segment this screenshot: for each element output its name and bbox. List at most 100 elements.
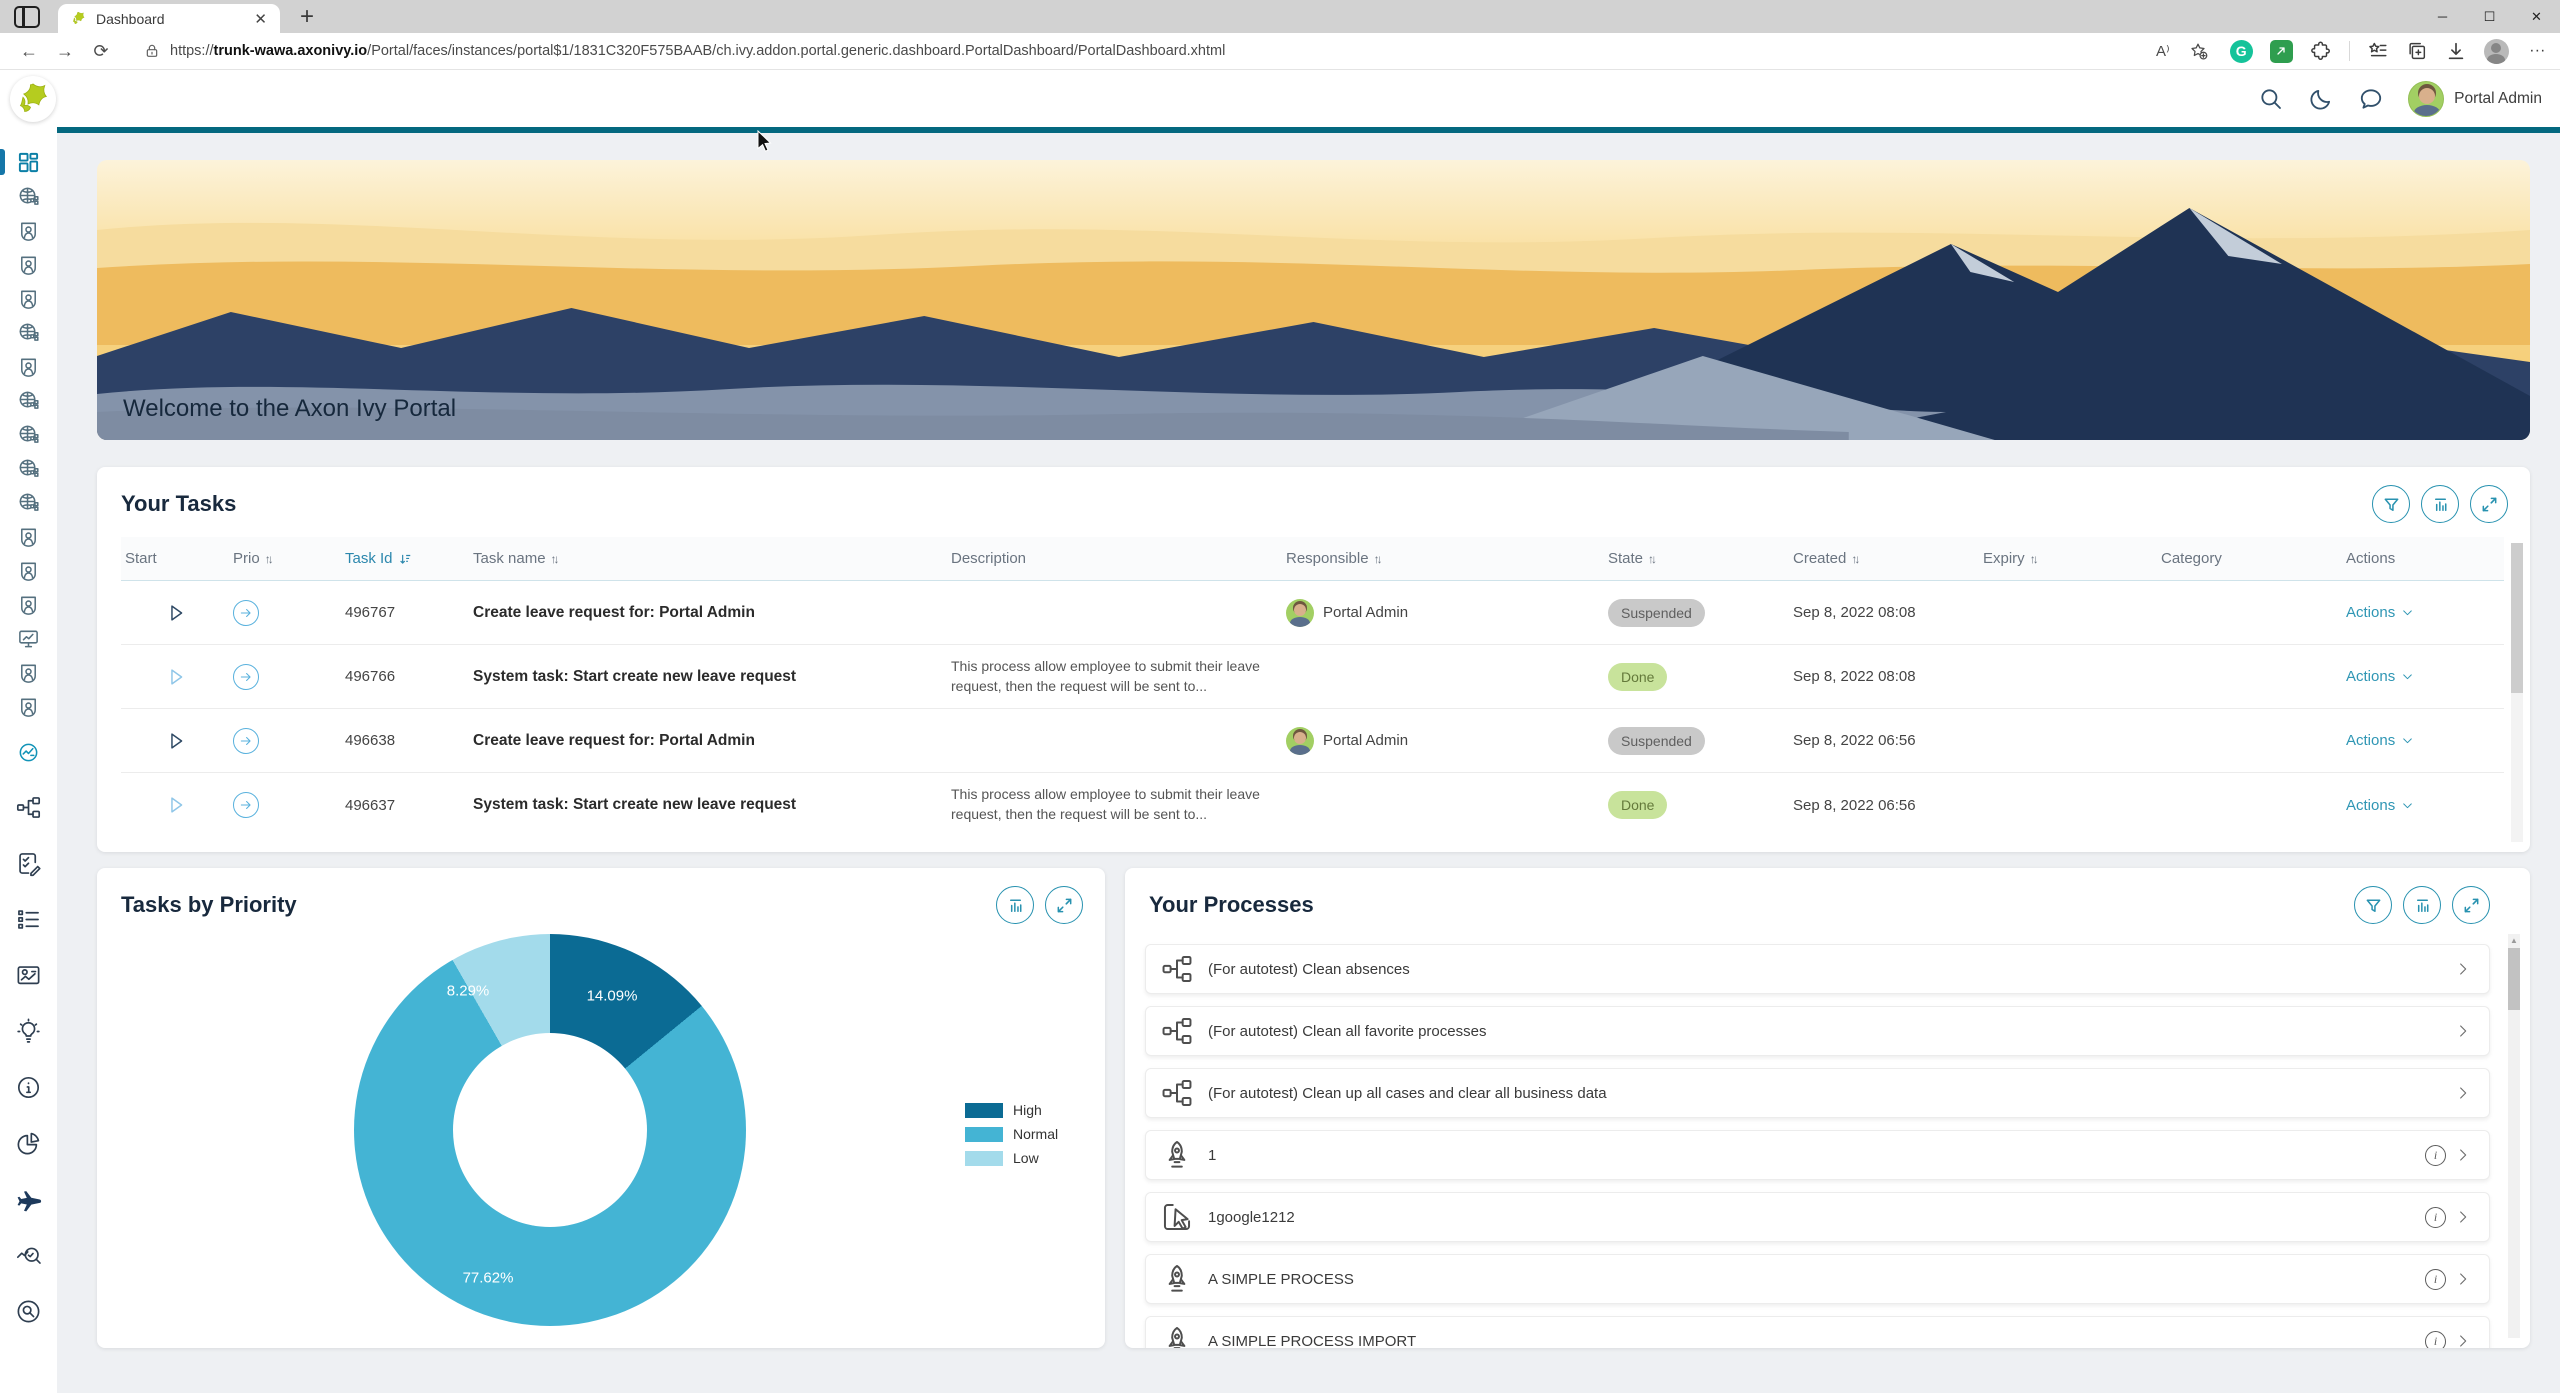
- chevron-right-icon[interactable]: [2455, 1085, 2471, 1101]
- collections-icon[interactable]: [2406, 40, 2428, 62]
- task-row[interactable]: 496767 Create leave request for: Portal …: [121, 581, 2504, 645]
- task-row[interactable]: 496637 System task: Start create new lea…: [121, 773, 2504, 837]
- column-header-task-name[interactable]: Task name↑↓: [469, 550, 947, 567]
- sidebar-item-search-circle-icon[interactable]: [0, 1283, 57, 1339]
- process-item[interactable]: (For autotest) Clean absences: [1145, 944, 2490, 994]
- task-name[interactable]: System task: Start create new leave requ…: [469, 796, 947, 814]
- grammarly-extension-icon[interactable]: G: [2230, 40, 2253, 63]
- address-bar[interactable]: https://trunk-wawa.axonivy.io/Portal/fac…: [130, 37, 2222, 66]
- sidebar-item-process-globe-icon[interactable]: [0, 451, 57, 485]
- process-item[interactable]: A SIMPLE PROCESS IMPORT i: [1145, 1316, 2490, 1348]
- sidebar-item-user-card-icon[interactable]: [0, 213, 57, 247]
- actions-dropdown[interactable]: Actions: [2346, 732, 2414, 749]
- sidebar-item-user-card-icon[interactable]: [0, 553, 57, 587]
- sidebar-item-process-globe-icon[interactable]: [0, 485, 57, 519]
- process-item[interactable]: A SIMPLE PROCESS i: [1145, 1254, 2490, 1304]
- task-name[interactable]: System task: Start create new leave requ…: [469, 668, 947, 686]
- sidebar-item-user-card-icon[interactable]: [0, 587, 57, 621]
- column-header-responsible[interactable]: Responsible↑↓: [1282, 550, 1604, 567]
- info-icon[interactable]: i: [2425, 1145, 2446, 1166]
- sidebar-item-user-card-icon[interactable]: [0, 247, 57, 281]
- sidebar-item-pie-chart-icon[interactable]: [0, 1115, 57, 1171]
- chevron-right-icon[interactable]: [2455, 1271, 2471, 1287]
- sidebar-item-user-card-icon[interactable]: [0, 689, 57, 723]
- column-header-task-id[interactable]: Task Id: [341, 550, 469, 567]
- task-row[interactable]: 496766 System task: Start create new lea…: [121, 645, 2504, 709]
- chevron-right-icon[interactable]: [2455, 1023, 2471, 1039]
- tasks-scrollbar[interactable]: [2511, 543, 2523, 842]
- sidebar-item-bullet-list-icon[interactable]: [0, 891, 57, 947]
- priority-donut-chart[interactable]: 14.09% 77.62% 8.29%: [354, 934, 746, 1326]
- actions-dropdown[interactable]: Actions: [2346, 797, 2414, 814]
- sidebar-item-dashboard-grid-icon[interactable]: [0, 145, 57, 179]
- chevron-right-icon[interactable]: [2455, 1209, 2471, 1225]
- favorites-bar-icon[interactable]: [2367, 40, 2389, 62]
- sidebar-item-monitor-chart-icon[interactable]: [0, 621, 57, 655]
- expand-button[interactable]: [2470, 485, 2508, 523]
- axonivy-logo[interactable]: [10, 76, 56, 122]
- column-header-created[interactable]: Created↑↓: [1789, 550, 1979, 567]
- extensions-puzzle-icon[interactable]: [2310, 40, 2332, 62]
- sidebar-item-image-chart-icon[interactable]: [0, 947, 57, 1003]
- info-icon[interactable]: i: [2425, 1207, 2446, 1228]
- browser-tab[interactable]: Dashboard ✕: [58, 4, 280, 33]
- sidebar-item-process-globe-icon[interactable]: [0, 315, 57, 349]
- sidebar-item-chart-search-icon[interactable]: [0, 1227, 57, 1283]
- column-header-prio[interactable]: Prio↑↓: [229, 550, 341, 567]
- chevron-right-icon[interactable]: [2455, 1147, 2471, 1163]
- workspaces-icon[interactable]: [14, 6, 40, 28]
- info-icon[interactable]: i: [2425, 1269, 2446, 1290]
- sidebar-item-process-globe-icon[interactable]: [0, 383, 57, 417]
- sidebar-item-lightbulb-icon[interactable]: [0, 1003, 57, 1059]
- browser-profile-avatar[interactable]: [2484, 39, 2509, 64]
- forward-button[interactable]: →: [50, 36, 80, 66]
- start-task-icon[interactable]: [166, 794, 188, 816]
- chart-view-button[interactable]: [996, 886, 1034, 924]
- start-task-icon[interactable]: [166, 730, 188, 752]
- favorites-add-icon[interactable]: [2188, 41, 2208, 61]
- processes-scrollbar[interactable]: ▲: [2508, 934, 2520, 1338]
- chevron-right-icon[interactable]: [2455, 1333, 2471, 1348]
- chevron-right-icon[interactable]: [2455, 961, 2471, 977]
- sidebar-item-flowchart-icon[interactable]: [0, 779, 57, 835]
- green-extension-icon[interactable]: [2270, 40, 2293, 63]
- close-tab-icon[interactable]: ✕: [251, 10, 270, 28]
- filter-button[interactable]: [2354, 886, 2392, 924]
- minimize-button[interactable]: ─: [2419, 0, 2466, 33]
- actions-dropdown[interactable]: Actions: [2346, 604, 2414, 621]
- sidebar-item-clock-chart-icon[interactable]: [0, 735, 57, 769]
- column-header-expiry[interactable]: Expiry↑↓: [1979, 550, 2157, 567]
- refresh-button[interactable]: ⟳: [86, 36, 116, 66]
- process-item[interactable]: 1google1212 i: [1145, 1192, 2490, 1242]
- chart-view-button[interactable]: [2403, 886, 2441, 924]
- back-button[interactable]: ←: [14, 36, 44, 66]
- info-icon[interactable]: i: [2425, 1331, 2446, 1349]
- browser-menu-icon[interactable]: ∙∙∙: [2530, 42, 2546, 60]
- sidebar-item-user-card-icon[interactable]: [0, 349, 57, 383]
- maximize-button[interactable]: ☐: [2466, 0, 2513, 33]
- search-icon[interactable]: [2258, 86, 2284, 112]
- dark-mode-moon-icon[interactable]: [2308, 86, 2334, 112]
- new-tab-button[interactable]: +: [300, 3, 314, 31]
- close-window-button[interactable]: ✕: [2513, 0, 2560, 33]
- chat-icon[interactable]: [2358, 86, 2384, 112]
- process-item[interactable]: 1 i: [1145, 1130, 2490, 1180]
- start-task-icon[interactable]: [166, 602, 188, 624]
- process-item[interactable]: (For autotest) Clean all favorite proces…: [1145, 1006, 2490, 1056]
- sidebar-item-process-globe-icon[interactable]: [0, 417, 57, 451]
- user-menu[interactable]: Portal Admin: [2408, 81, 2542, 117]
- expand-button[interactable]: [2452, 886, 2490, 924]
- sidebar-item-process-globe-icon[interactable]: [0, 179, 57, 213]
- sidebar-item-user-card-icon[interactable]: [0, 281, 57, 315]
- sidebar-item-user-card-icon[interactable]: [0, 519, 57, 553]
- process-item[interactable]: (For autotest) Clean up all cases and cl…: [1145, 1068, 2490, 1118]
- chart-view-button[interactable]: [2421, 485, 2459, 523]
- sidebar-item-task-edit-icon[interactable]: [0, 835, 57, 891]
- column-header-state[interactable]: State↑↓: [1604, 550, 1789, 567]
- downloads-icon[interactable]: [2445, 40, 2467, 62]
- read-aloud-icon[interactable]: A⁾: [2156, 42, 2170, 60]
- sidebar-item-user-card-icon[interactable]: [0, 655, 57, 689]
- task-name[interactable]: Create leave request for: Portal Admin: [469, 732, 947, 750]
- expand-button[interactable]: [1045, 886, 1083, 924]
- task-row[interactable]: 496638 Create leave request for: Portal …: [121, 709, 2504, 773]
